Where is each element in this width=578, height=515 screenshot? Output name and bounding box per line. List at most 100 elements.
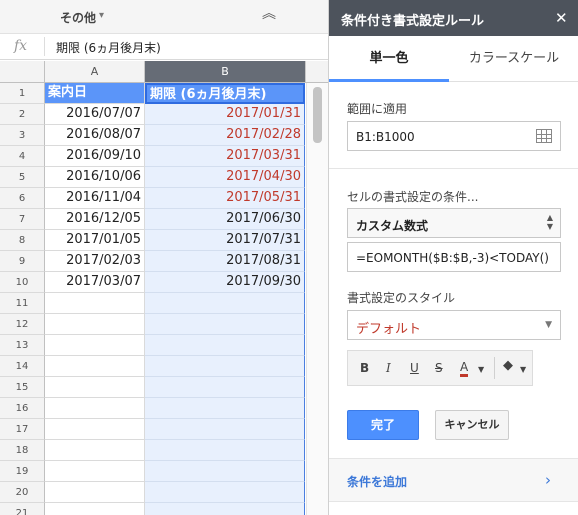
cell-b[interactable]: 2017/09/30 [145, 272, 305, 293]
row-number[interactable]: 4 [0, 146, 45, 167]
style-preset-select[interactable]: デフォルト ▼ [347, 310, 561, 340]
cell-b[interactable]: 2017/05/31 [145, 188, 305, 209]
cell-a[interactable]: 2016/08/07 [45, 125, 145, 146]
cell-b[interactable] [145, 398, 305, 419]
underline-button[interactable]: U [410, 361, 419, 375]
select-all-corner[interactable] [0, 61, 45, 82]
row-number[interactable]: 9 [0, 251, 45, 272]
cell-b[interactable]: 2017/03/31 [145, 146, 305, 167]
cell-a[interactable] [45, 377, 145, 398]
strikethrough-button[interactable]: S [435, 361, 443, 375]
style-label: 書式設定のスタイル [347, 291, 456, 305]
row-number[interactable]: 10 [0, 272, 45, 293]
cell-a[interactable] [45, 461, 145, 482]
row-number[interactable]: 17 [0, 419, 45, 440]
fill-color-icon[interactable]: ◆ [503, 358, 513, 373]
cell-b[interactable] [145, 440, 305, 461]
more-menu[interactable]: その他 [60, 9, 96, 26]
row-number[interactable]: 12 [0, 314, 45, 335]
row-number[interactable]: 19 [0, 461, 45, 482]
add-rule-row[interactable]: 条件を追加 › [329, 458, 578, 502]
cell-a[interactable]: 2017/02/03 [45, 251, 145, 272]
condition-type-value: カスタム数式 [356, 219, 429, 233]
row-number[interactable]: 21 [0, 503, 45, 515]
row-number[interactable]: 18 [0, 440, 45, 461]
chevron-down-icon[interactable]: ▼ [478, 365, 484, 374]
cell-a[interactable] [45, 356, 145, 377]
header-row: 1 案内日 期限 (6ヵ月後月末) [0, 83, 328, 104]
cell-a[interactable] [45, 398, 145, 419]
vertical-scrollbar[interactable] [306, 83, 328, 515]
chevron-down-icon[interactable]: ▾ [99, 10, 104, 21]
condition-type-select[interactable]: カスタム数式 ▲ ▼ [347, 208, 561, 238]
row-number[interactable]: 5 [0, 167, 45, 188]
row-number[interactable]: 14 [0, 356, 45, 377]
cell-b[interactable]: 2017/02/28 [145, 125, 305, 146]
select-range-icon[interactable] [536, 129, 552, 143]
italic-button[interactable]: I [386, 361, 391, 375]
cell-a[interactable]: 2016/07/07 [45, 104, 145, 125]
cell-b[interactable]: 2017/01/31 [145, 104, 305, 125]
cell-a[interactable] [45, 440, 145, 461]
cell-a[interactable]: 2017/01/05 [45, 230, 145, 251]
collapse-toolbar-icon[interactable]: ︽ [262, 7, 276, 21]
scrollbar-thumb[interactable] [313, 87, 322, 143]
row-number[interactable]: 16 [0, 398, 45, 419]
chevron-right-icon: › [545, 471, 551, 489]
row-number[interactable]: 11 [0, 293, 45, 314]
fx-icon: fx [14, 38, 28, 54]
text-color-button[interactable]: A [460, 361, 469, 377]
bold-button[interactable]: B [360, 361, 369, 375]
cell-b[interactable]: 期限 (6ヵ月後月末) [145, 83, 305, 104]
column-header-a[interactable]: A [45, 61, 145, 82]
close-icon[interactable]: ✕ [555, 9, 568, 27]
row-number[interactable]: 6 [0, 188, 45, 209]
cell-a[interactable] [45, 482, 145, 503]
cell-b[interactable] [145, 377, 305, 398]
cell-b[interactable] [145, 335, 305, 356]
table-row: 16 [0, 398, 328, 419]
row-number[interactable]: 13 [0, 335, 45, 356]
cell-a[interactable]: 2016/12/05 [45, 209, 145, 230]
cell-b[interactable]: 2017/06/30 [145, 209, 305, 230]
formula-bar: fx 期限 (6ヵ月後月末) [0, 34, 328, 60]
cell-b[interactable] [145, 314, 305, 335]
cell-a[interactable] [45, 335, 145, 356]
cell-a[interactable]: 2017/03/07 [45, 272, 145, 293]
formula-input[interactable]: 期限 (6ヵ月後月末) [56, 39, 161, 56]
cancel-button[interactable]: キャンセル [435, 410, 509, 440]
cell-a[interactable]: 2016/11/04 [45, 188, 145, 209]
cell-b[interactable]: 2017/08/31 [145, 251, 305, 272]
row-number[interactable]: 7 [0, 209, 45, 230]
tab-color-scale[interactable]: カラースケール [449, 36, 578, 82]
cell-b[interactable] [145, 419, 305, 440]
custom-formula-input[interactable]: =EOMONTH($B:$B,-3)<TODAY() [347, 242, 561, 272]
done-button[interactable]: 完了 [347, 410, 419, 440]
cell-b[interactable] [145, 503, 305, 515]
cell-a[interactable]: 案内日 [45, 83, 145, 104]
cell-b[interactable] [145, 356, 305, 377]
tab-single-color[interactable]: 単一色 [329, 36, 449, 82]
cell-b[interactable]: 2017/07/31 [145, 230, 305, 251]
row-number[interactable]: 2 [0, 104, 45, 125]
cell-b[interactable] [145, 461, 305, 482]
chevron-down-icon[interactable]: ▼ [520, 365, 526, 374]
row-number[interactable]: 15 [0, 377, 45, 398]
cell-a[interactable]: 2016/10/06 [45, 167, 145, 188]
cell-a[interactable]: 2016/09/10 [45, 146, 145, 167]
range-value: B1:B1000 [356, 130, 415, 144]
cell-a[interactable] [45, 503, 145, 515]
cell-a[interactable] [45, 314, 145, 335]
column-header-b[interactable]: B [145, 61, 306, 82]
row-number[interactable]: 8 [0, 230, 45, 251]
row-number[interactable]: 3 [0, 125, 45, 146]
range-input[interactable]: B1:B1000 [347, 121, 561, 151]
cell-b[interactable]: 2017/04/30 [145, 167, 305, 188]
cell-a[interactable] [45, 419, 145, 440]
cell-b[interactable] [145, 293, 305, 314]
cell-a[interactable] [45, 293, 145, 314]
row-number[interactable]: 1 [0, 83, 45, 104]
row-number[interactable]: 20 [0, 482, 45, 503]
cell-b[interactable] [145, 482, 305, 503]
sheet-toolbar: その他 ▾ ︽ [0, 0, 328, 34]
